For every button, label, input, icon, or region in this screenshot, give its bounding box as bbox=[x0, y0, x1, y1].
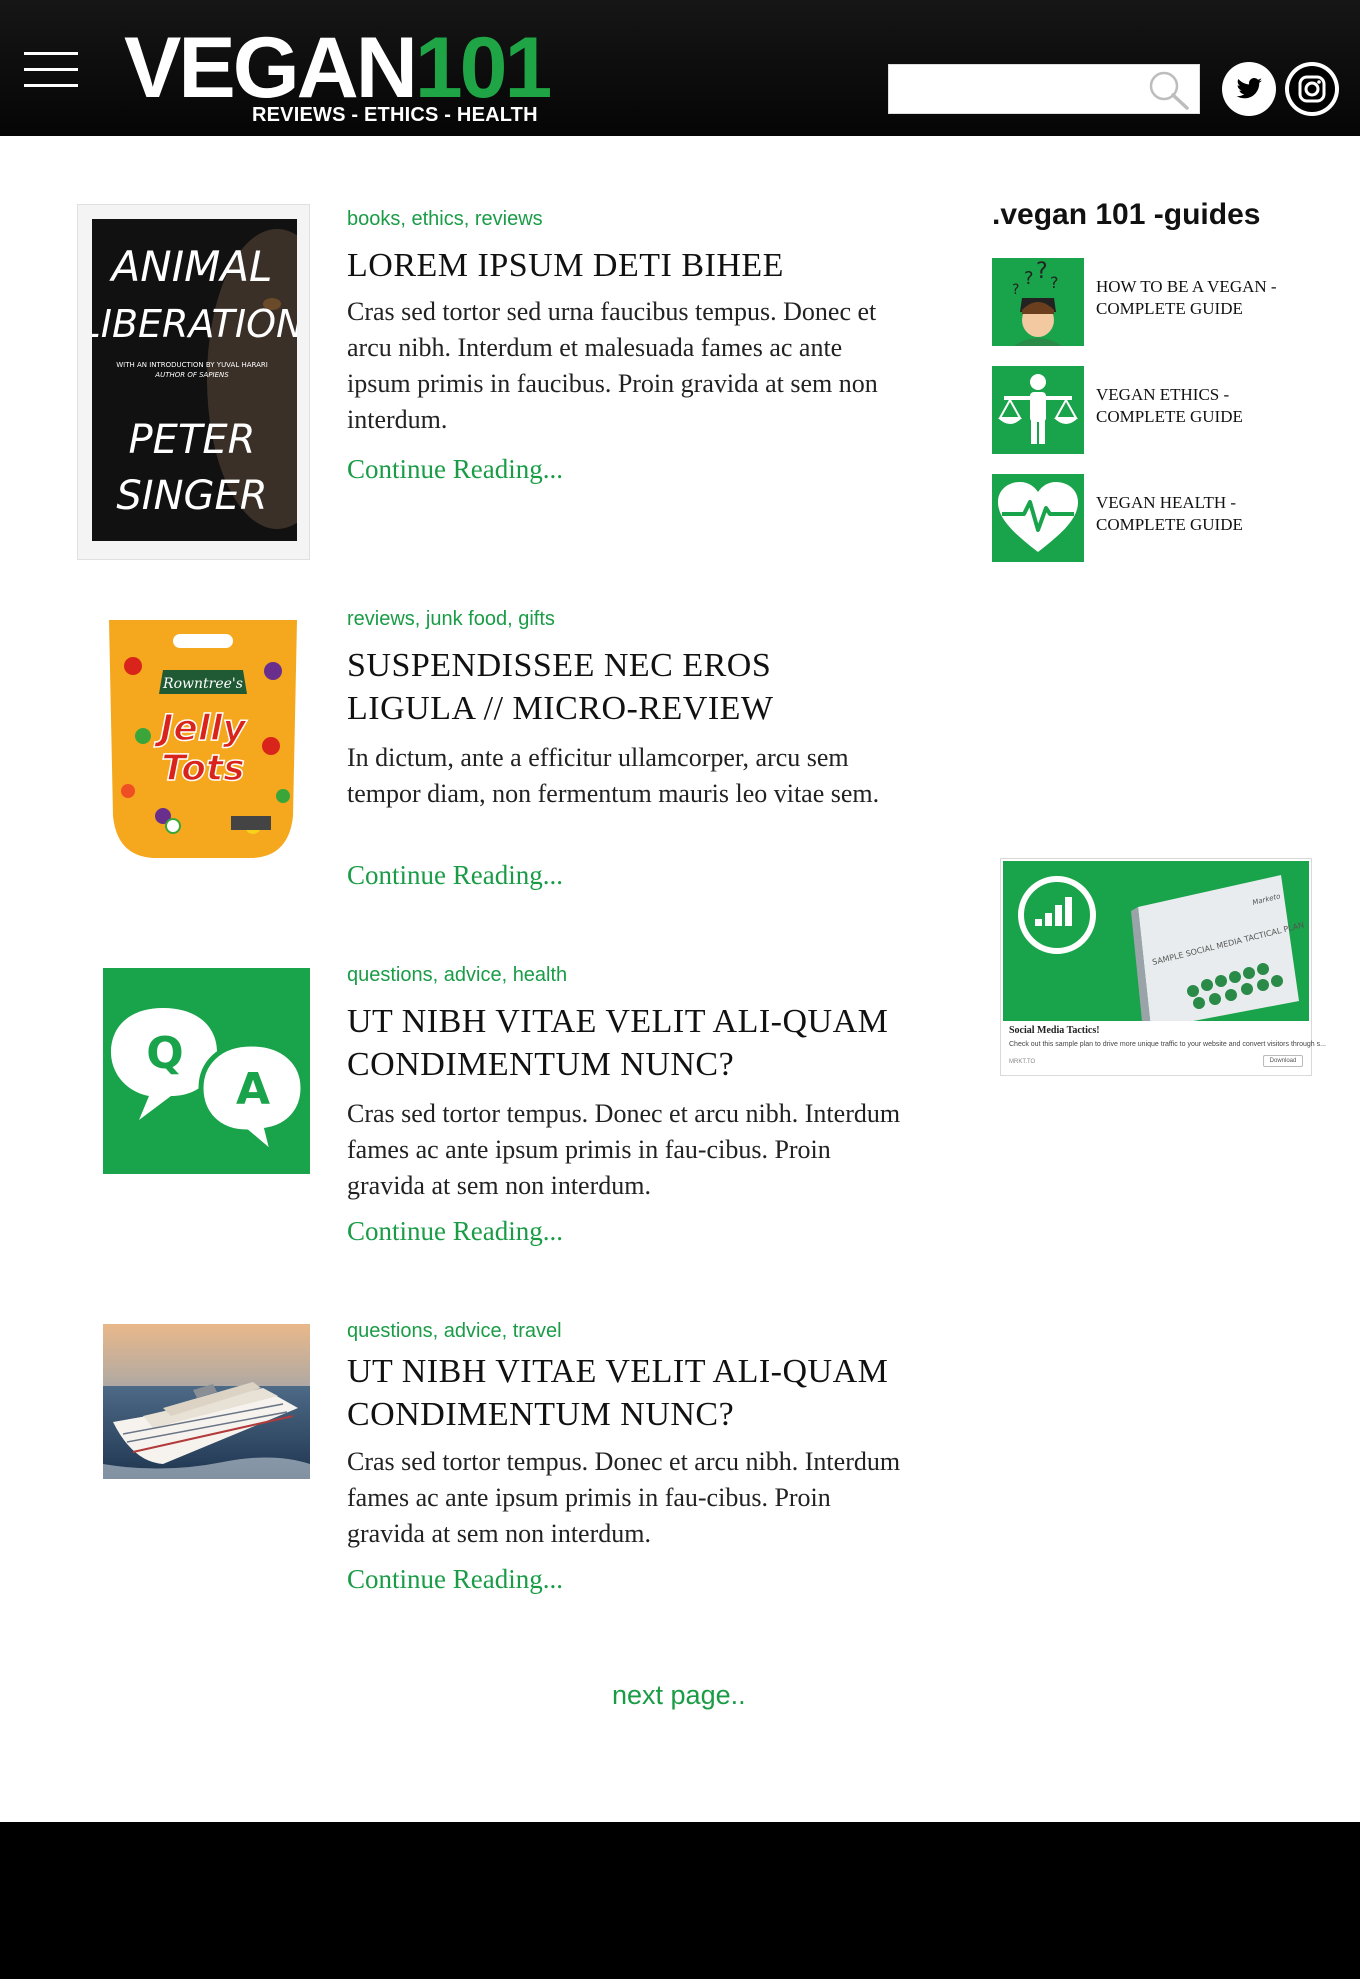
post-thumbnail[interactable]: ANIMAL LIBERATION WITH AN INTRODUCTION B… bbox=[77, 204, 310, 560]
qa-icon[interactable]: Q A bbox=[103, 968, 310, 1174]
next-page-link[interactable]: next page.. bbox=[612, 1680, 746, 1711]
guide-label: VEGAN HEALTH - COMPLETE GUIDE bbox=[1096, 493, 1243, 534]
post-title[interactable]: UT NIBH VITAE VELIT ALI-QUAM CONDIMENTUM… bbox=[347, 1000, 907, 1086]
continue-reading-link[interactable]: Continue Reading... bbox=[347, 454, 563, 485]
heartbeat-icon bbox=[992, 474, 1084, 562]
post-tags: books, ethics, reviews bbox=[347, 208, 543, 230]
twitter-icon[interactable] bbox=[1222, 62, 1276, 116]
site-header: VEGAN101 REVIEWS - ETHICS - HEALTH bbox=[0, 0, 1360, 136]
guide-link-vegan-health[interactable]: VEGAN HEALTH - COMPLETE GUIDE bbox=[992, 474, 1322, 566]
guide-label: VEGAN ETHICS - COMPLETE GUIDE bbox=[1096, 385, 1243, 426]
ad-domain: MRKT.TO bbox=[1009, 1059, 1036, 1065]
book-intro-2: AUTHOR OF SAPIENS bbox=[154, 371, 229, 379]
candy-brand: Rowntree's bbox=[162, 676, 243, 692]
book-intro: WITH AN INTRODUCTION BY YUVAL HARARI bbox=[116, 361, 268, 369]
tag-link[interactable]: ethics bbox=[412, 208, 464, 230]
search-input[interactable] bbox=[889, 65, 1139, 113]
search-box bbox=[888, 64, 1200, 114]
cruise-ship-photo[interactable] bbox=[103, 1324, 310, 1479]
logo-tagline: REVIEWS - ETHICS - HEALTH bbox=[252, 104, 538, 126]
qa-q-letter: Q bbox=[146, 1028, 183, 1079]
site-footer bbox=[0, 1822, 1360, 1979]
post-tags: questions, advice, travel bbox=[347, 1320, 562, 1342]
tag-link[interactable]: health bbox=[513, 964, 568, 986]
svg-text:?: ? bbox=[1050, 273, 1059, 292]
post-excerpt: In dictum, ante a efficitur ullamcorper,… bbox=[347, 743, 880, 808]
book-author-2: SINGER bbox=[116, 473, 267, 519]
continue-reading-link[interactable]: Continue Reading... bbox=[347, 1564, 563, 1595]
scales-person-icon bbox=[992, 366, 1084, 454]
continue-reading-link[interactable]: Continue Reading... bbox=[347, 1216, 563, 1247]
logo-text: VEGAN bbox=[124, 20, 418, 116]
qa-a-letter: A bbox=[236, 1064, 270, 1115]
site-logo[interactable]: VEGAN101 REVIEWS - ETHICS - HEALTH bbox=[124, 25, 554, 128]
tag-link[interactable]: questions bbox=[347, 964, 433, 986]
tag-link[interactable]: questions bbox=[347, 1320, 433, 1342]
ad-download-button[interactable]: Download bbox=[1263, 1055, 1303, 1067]
candy-product-2: Tots bbox=[161, 748, 244, 789]
post-excerpt: Cras sed tortor tempus. Donec et arcu ni… bbox=[347, 1099, 901, 1200]
ad-text: Check out this sample plan to drive more… bbox=[1009, 1041, 1326, 1048]
svg-text:?: ? bbox=[1024, 268, 1034, 289]
ad-image: SAMPLE SOCIAL MEDIA TACTICAL PLAN Market… bbox=[1003, 861, 1309, 1021]
tag-link[interactable]: gifts bbox=[518, 608, 555, 630]
tag-link[interactable]: books bbox=[347, 208, 400, 230]
instagram-icon[interactable] bbox=[1285, 62, 1339, 116]
post-title[interactable]: LOREM IPSUM DETI BIHEE bbox=[347, 244, 907, 287]
post-title[interactable]: UT NIBH VITAE VELIT ALI-QUAM CONDIMENTUM… bbox=[347, 1350, 907, 1436]
book-author-1: PETER bbox=[129, 417, 256, 463]
tag-link[interactable]: reviews bbox=[475, 208, 543, 230]
sidebar-heading: .vegan 101 -guides bbox=[992, 198, 1261, 231]
book-title-line1: ANIMAL bbox=[109, 242, 273, 291]
post-thumbnail[interactable]: Rowntree's Jelly Tots bbox=[103, 616, 303, 862]
sidebar-ad[interactable]: SAMPLE SOCIAL MEDIA TACTICAL PLAN Market… bbox=[1000, 858, 1326, 1076]
tag-link[interactable]: advice bbox=[444, 964, 502, 986]
post-excerpt: Cras sed tortor sed urna faucibus tempus… bbox=[347, 297, 878, 434]
logo-number: 101 bbox=[414, 20, 552, 116]
tag-link[interactable]: advice bbox=[444, 1320, 502, 1342]
guide-link-how-to-be-vegan[interactable]: ? ? ? ? HOW TO BE A VEGAN - COMPLETE GUI… bbox=[992, 258, 1322, 350]
guide-label: HOW TO BE A VEGAN - COMPLETE GUIDE bbox=[1096, 277, 1277, 318]
tag-link[interactable]: travel bbox=[513, 1320, 562, 1342]
svg-text:?: ? bbox=[1036, 259, 1048, 284]
confused-person-icon: ? ? ? ? bbox=[992, 258, 1084, 346]
search-icon[interactable] bbox=[1147, 69, 1191, 111]
svg-text:?: ? bbox=[1012, 282, 1019, 298]
ad-title: Social Media Tactics! bbox=[1009, 1025, 1100, 1036]
menu-icon[interactable] bbox=[24, 52, 78, 88]
continue-reading-link[interactable]: Continue Reading... bbox=[347, 860, 563, 891]
tag-link[interactable]: junk food bbox=[426, 608, 507, 630]
post-excerpt: Cras sed tortor tempus. Donec et arcu ni… bbox=[347, 1447, 901, 1548]
candy-product-1: Jelly bbox=[154, 708, 247, 749]
guide-link-vegan-ethics[interactable]: VEGAN ETHICS - COMPLETE GUIDE bbox=[992, 366, 1322, 458]
post-title[interactable]: SUSPENDISSEE NEC EROS LIGULA // MICRO-RE… bbox=[347, 644, 907, 730]
book-title-line2: LIBERATION bbox=[92, 302, 297, 346]
tag-link[interactable]: reviews bbox=[347, 608, 415, 630]
post-tags: reviews, junk food, gifts bbox=[347, 608, 555, 630]
post-tags: questions, advice, health bbox=[347, 964, 568, 986]
